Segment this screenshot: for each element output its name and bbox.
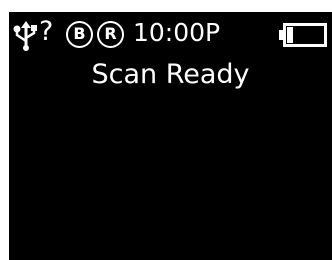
clock-time: 10:00P [133,18,221,47]
usb-icon [12,21,40,51]
battery-icon [279,23,327,47]
device-screen: ? B R 10:00P Scan Ready [9,12,332,260]
bluetooth-badge-icon: B [66,21,93,48]
r-badge-icon: R [97,21,124,48]
scan-status-message: Scan Ready [91,59,250,90]
status-bar: ? B R 10:00P [9,12,332,51]
unknown-status-icon: ? [39,16,54,47]
